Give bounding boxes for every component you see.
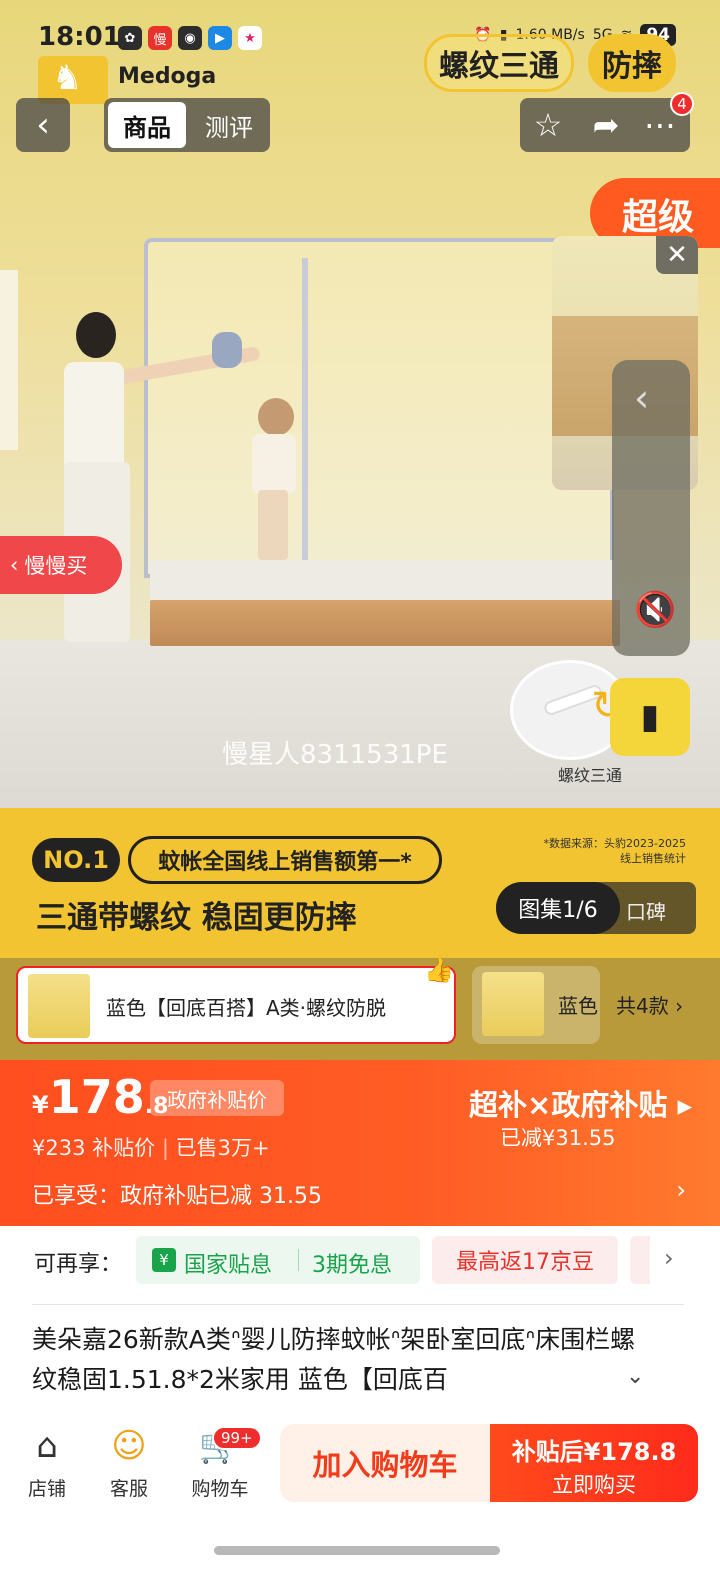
child-figure	[244, 390, 304, 570]
chevron-left-icon[interactable]: ‹	[634, 376, 649, 420]
reduced-amount: 已减¥31.55	[500, 1126, 616, 1150]
star-app-icon: ★	[238, 26, 262, 50]
vibrate-button-icon[interactable]: ▮	[610, 678, 690, 756]
gallery-counter[interactable]: 图集1/6 口碑	[496, 882, 696, 934]
chevron-right-icon: ›	[675, 994, 684, 1018]
customer-service-icon: ☺	[111, 1426, 147, 1466]
chevron-down-icon[interactable]: ⌄	[626, 1364, 644, 1389]
chevron-right-icon[interactable]: ›	[664, 1244, 674, 1272]
elephant-logo-icon: ♞	[52, 58, 83, 98]
tab-product[interactable]: 商品	[108, 102, 186, 148]
gallery-index: 图集1/6	[496, 882, 620, 934]
chevron-left-icon: ‹	[36, 105, 50, 145]
wall-light	[0, 270, 18, 450]
share-icon[interactable]: ➦	[586, 106, 626, 144]
variant-count[interactable]: 共4款 ›	[616, 990, 683, 1019]
yuan-icon: ¥	[152, 1248, 176, 1272]
detail-label: 螺纹三通	[558, 766, 623, 785]
sold-count: 已售3万+	[175, 1136, 270, 1160]
status-time: 18:01	[38, 22, 121, 52]
buy-now-price: 补贴后¥178.8	[511, 1438, 677, 1466]
store-button[interactable]: ⌂ 店铺	[12, 1424, 82, 1501]
variant-thumbnail	[28, 974, 90, 1038]
variant-label: 蓝色	[558, 994, 598, 1018]
original-price-row: ¥233 补贴价 | 已售3万+	[32, 1136, 270, 1160]
gov-subsidy-price-tag: 政府补贴价	[150, 1080, 284, 1116]
triangle-right-icon: ▸	[677, 1088, 692, 1122]
data-source-note: *数据来源：头豹2023-2025 线上销售统计	[543, 837, 686, 865]
message-badge: 4	[670, 92, 694, 116]
image-watermark: 慢星人8311531PE	[222, 740, 448, 770]
thumbs-up-icon: 👍	[424, 956, 454, 984]
page-tabs: 商品 测评	[104, 98, 270, 152]
plush-toy	[212, 332, 242, 368]
top-actions: ☆ ➦ ⋯ 4	[520, 92, 694, 152]
wechat-icon: ✿	[118, 26, 142, 50]
buy-now-label: 立即购买	[552, 1473, 636, 1497]
bed-frame	[150, 600, 620, 646]
slow-buy-label: 慢慢买	[24, 554, 88, 578]
feature-tag-thread: 螺纹三通	[424, 34, 574, 92]
national-subsidy-chip[interactable]: ¥ 国家贴息 3期免息	[136, 1236, 420, 1284]
more-benefit-chip[interactable]	[630, 1236, 650, 1284]
variant-label: 蓝色【回底百搭】A类·螺纹防脱	[106, 996, 387, 1020]
installment-label: 3期免息	[312, 1253, 392, 1278]
slow-buy-button[interactable]: ‹ 慢慢买	[0, 536, 122, 594]
chevron-right-icon[interactable]: ›	[676, 1176, 686, 1204]
feature-tag-fallproof: 防摔	[588, 34, 676, 92]
video-side-panel: ‹ 🔇	[612, 360, 690, 656]
add-to-cart-button[interactable]: 加入购物车	[280, 1424, 490, 1502]
brand-name: Medoga	[118, 64, 217, 89]
original-price: ¥233	[32, 1136, 86, 1160]
buy-now-button[interactable]: 补贴后¥178.8 立即购买	[490, 1424, 698, 1502]
close-icon[interactable]: ✕	[656, 236, 698, 274]
brand-logo: ♞ Medoga	[38, 56, 228, 104]
claim-headline: 三通带螺纹 稳固更防摔	[36, 900, 357, 936]
customer-service-button[interactable]: ☺ 客服	[94, 1424, 164, 1501]
back-button[interactable]: ‹	[16, 98, 70, 152]
tab-review[interactable]: 测评	[190, 102, 268, 148]
variant-option[interactable]: 蓝色	[472, 966, 600, 1044]
cart-badge: 99+	[212, 1426, 262, 1450]
home-indicator[interactable]	[214, 1546, 500, 1555]
benefits-label: 可再享：	[34, 1252, 123, 1277]
current-price: ¥178.8	[32, 1070, 169, 1124]
mosquito-net-frame	[144, 238, 614, 578]
mute-icon[interactable]: 🔇	[634, 590, 676, 630]
enjoyed-subsidy[interactable]: 已享受：政府补贴已减 31.55	[32, 1178, 322, 1210]
weibo-icon: ◉	[178, 26, 202, 50]
subsidy-title[interactable]: 超补×政府补贴 ▸	[469, 1082, 692, 1124]
divider	[32, 1304, 684, 1305]
arrow-app-icon: ▶	[208, 26, 232, 50]
status-app-icons: ✿ 慢 ◉ ▶ ★	[118, 26, 262, 50]
variant-thumbnail	[482, 972, 544, 1036]
store-icon: ⌂	[36, 1426, 58, 1466]
original-price-label: 补贴价	[92, 1136, 156, 1160]
favorite-star-icon[interactable]: ☆	[528, 106, 568, 144]
variant-selected[interactable]: 蓝色【回底百搭】A类·螺纹防脱 👍	[16, 956, 456, 1044]
chevron-left-icon: ‹	[10, 553, 19, 577]
no1-badge: NO.1	[32, 838, 120, 882]
gallery-reputation: 口碑	[626, 900, 666, 924]
product-title[interactable]: 美朵嘉26新款A类ᐢ婴儿防摔蚊帐ᐢ架卧室回底ᐢ床围栏螺纹稳固1.51.8*2米家…	[32, 1320, 652, 1400]
sales-claim: 蚊帐全国线上销售额第一*	[128, 836, 442, 884]
jd-beans-chip[interactable]: 最高返17京豆	[432, 1236, 618, 1284]
national-subsidy-label: 国家贴息	[184, 1253, 273, 1278]
maoman-app-icon: 慢	[148, 26, 172, 50]
